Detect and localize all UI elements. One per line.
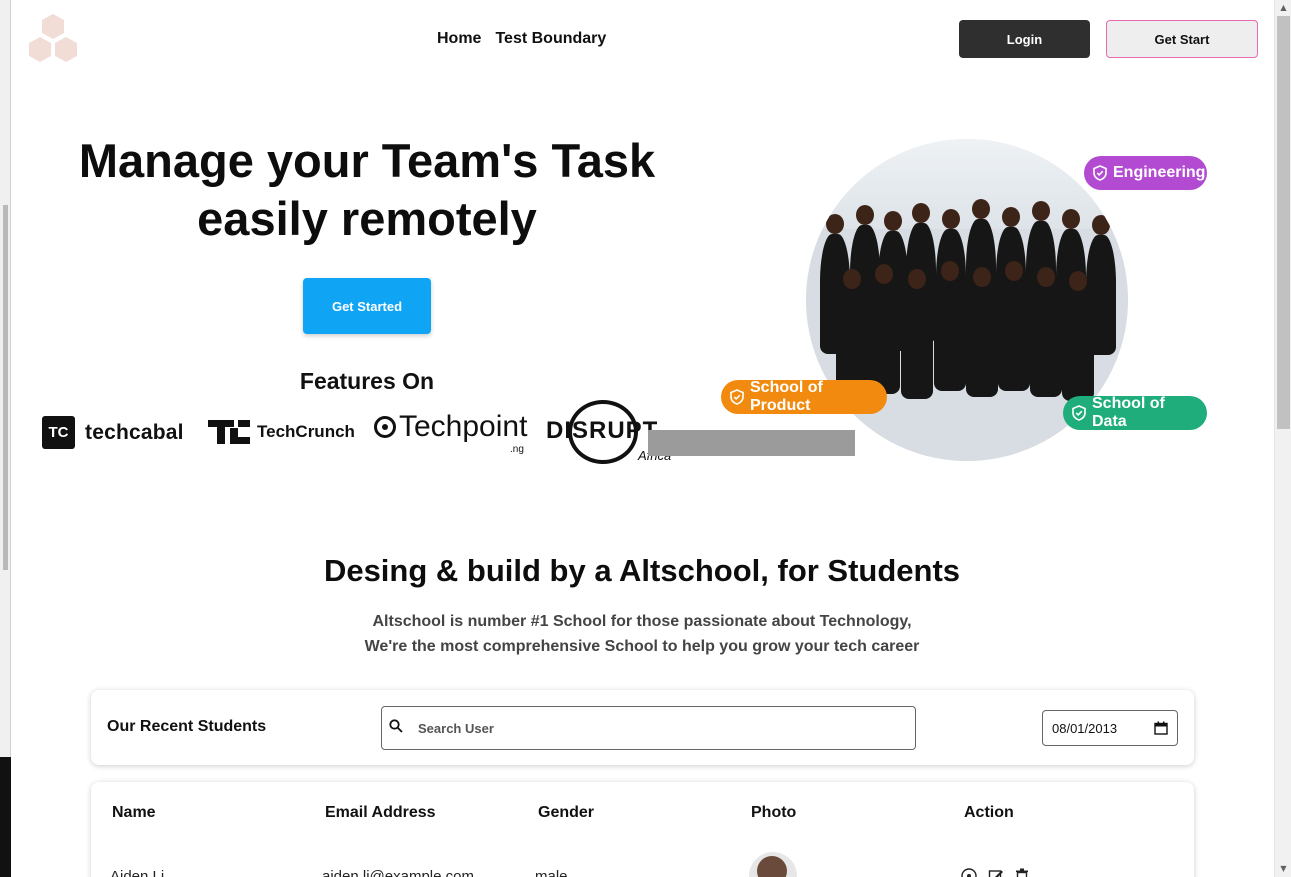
engineering-badge-label: Engineering [1113, 164, 1206, 181]
column-header-email: Email Address [325, 804, 436, 821]
nav-home-link[interactable]: Home [437, 30, 481, 48]
shield-check-icon [1072, 405, 1086, 421]
row-avatar [749, 852, 797, 877]
school-of-data-badge-label: School of Data [1092, 395, 1165, 430]
trash-icon[interactable] [1015, 868, 1029, 877]
scrollbar-thumb[interactable] [1277, 16, 1290, 429]
column-header-action: Action [964, 804, 1014, 821]
disrupt-text: DISRUPT [546, 417, 659, 444]
section-title: Desing & build by a Altschool, for Stude… [323, 553, 961, 588]
search-user-input[interactable] [418, 720, 898, 736]
techcabal-logo: TC techcabal [42, 416, 184, 449]
eye-icon[interactable] [961, 868, 977, 877]
main-nav: Home Test Boundary [437, 30, 606, 48]
page-scrollbar[interactable]: ▲ ▼ [1274, 0, 1291, 877]
techcabal-text: techcabal [85, 420, 184, 444]
students-toolbar-card: Our Recent Students 08/01/2013 [91, 690, 1194, 765]
hero-title-line2: easily remotely [197, 192, 537, 245]
calendar-icon[interactable] [1154, 721, 1168, 735]
school-of-data-badge: School of Data [1063, 395, 1207, 430]
search-box[interactable] [381, 706, 916, 750]
techcrunch-logo: TechCrunch [208, 420, 355, 444]
techcrunch-text: TechCrunch [257, 422, 355, 441]
techcrunch-mark-icon [208, 420, 250, 444]
section-subtitle: Altschool is number #1 School for those … [280, 609, 1004, 659]
techpoint-suffix: .ng [510, 444, 524, 455]
techpoint-logo: Techpoint .ng [374, 410, 528, 455]
row-email: aiden.li@example.com [322, 868, 474, 877]
techpoint-mark-icon [374, 416, 396, 438]
engineering-badge: Engineering [1084, 156, 1207, 190]
column-header-gender: Gender [538, 804, 595, 821]
techcabal-mark: TC [42, 416, 75, 449]
techpoint-text: Techpoint [399, 410, 528, 443]
shield-check-icon [1093, 165, 1107, 181]
recent-students-title: Our Recent Students [107, 718, 267, 735]
shield-check-icon [730, 389, 744, 405]
column-header-name: Name [112, 804, 156, 821]
row-actions [961, 868, 1029, 877]
row-name: Aiden Li [110, 868, 165, 877]
hero-title: Manage your Team's Task easily remotely [60, 132, 674, 248]
features-title: Features On [299, 368, 435, 394]
nav-test-boundary-link[interactable]: Test Boundary [495, 30, 606, 48]
login-button[interactable]: Login [959, 20, 1090, 58]
date-filter-input[interactable]: 08/01/2013 [1042, 710, 1178, 746]
edit-icon[interactable] [988, 868, 1004, 877]
date-value: 08/01/2013 [1052, 720, 1118, 736]
search-icon [389, 719, 403, 733]
column-header-photo: Photo [751, 804, 797, 821]
get-start-button[interactable]: Get Start [1106, 20, 1258, 58]
window-left-edge [0, 0, 11, 877]
section-subtitle-line1: Altschool is number #1 School for those … [372, 613, 912, 630]
section-subtitle-line2: We're the most comprehensive School to h… [364, 638, 920, 655]
school-of-product-badge-label: School of Product [750, 379, 823, 414]
students-table-card: Name Email Address Gender Photo Action A… [91, 782, 1194, 877]
hero-title-line1: Manage your Team's Task [78, 134, 656, 187]
background-window-edge [0, 757, 11, 877]
scroll-up-arrow-icon[interactable]: ▲ [1275, 0, 1291, 16]
logo-hexagons-icon[interactable] [27, 14, 79, 64]
school-of-product-badge: School of Product [721, 379, 887, 414]
row-gender: male [535, 868, 568, 877]
left-scrollbar-thumb[interactable] [3, 205, 8, 570]
scroll-down-arrow-icon[interactable]: ▼ [1275, 861, 1291, 877]
get-started-button[interactable]: Get Started [303, 278, 431, 334]
press-logos: TC techcabal TechCrunch Techpoint .ng DI… [42, 400, 702, 480]
